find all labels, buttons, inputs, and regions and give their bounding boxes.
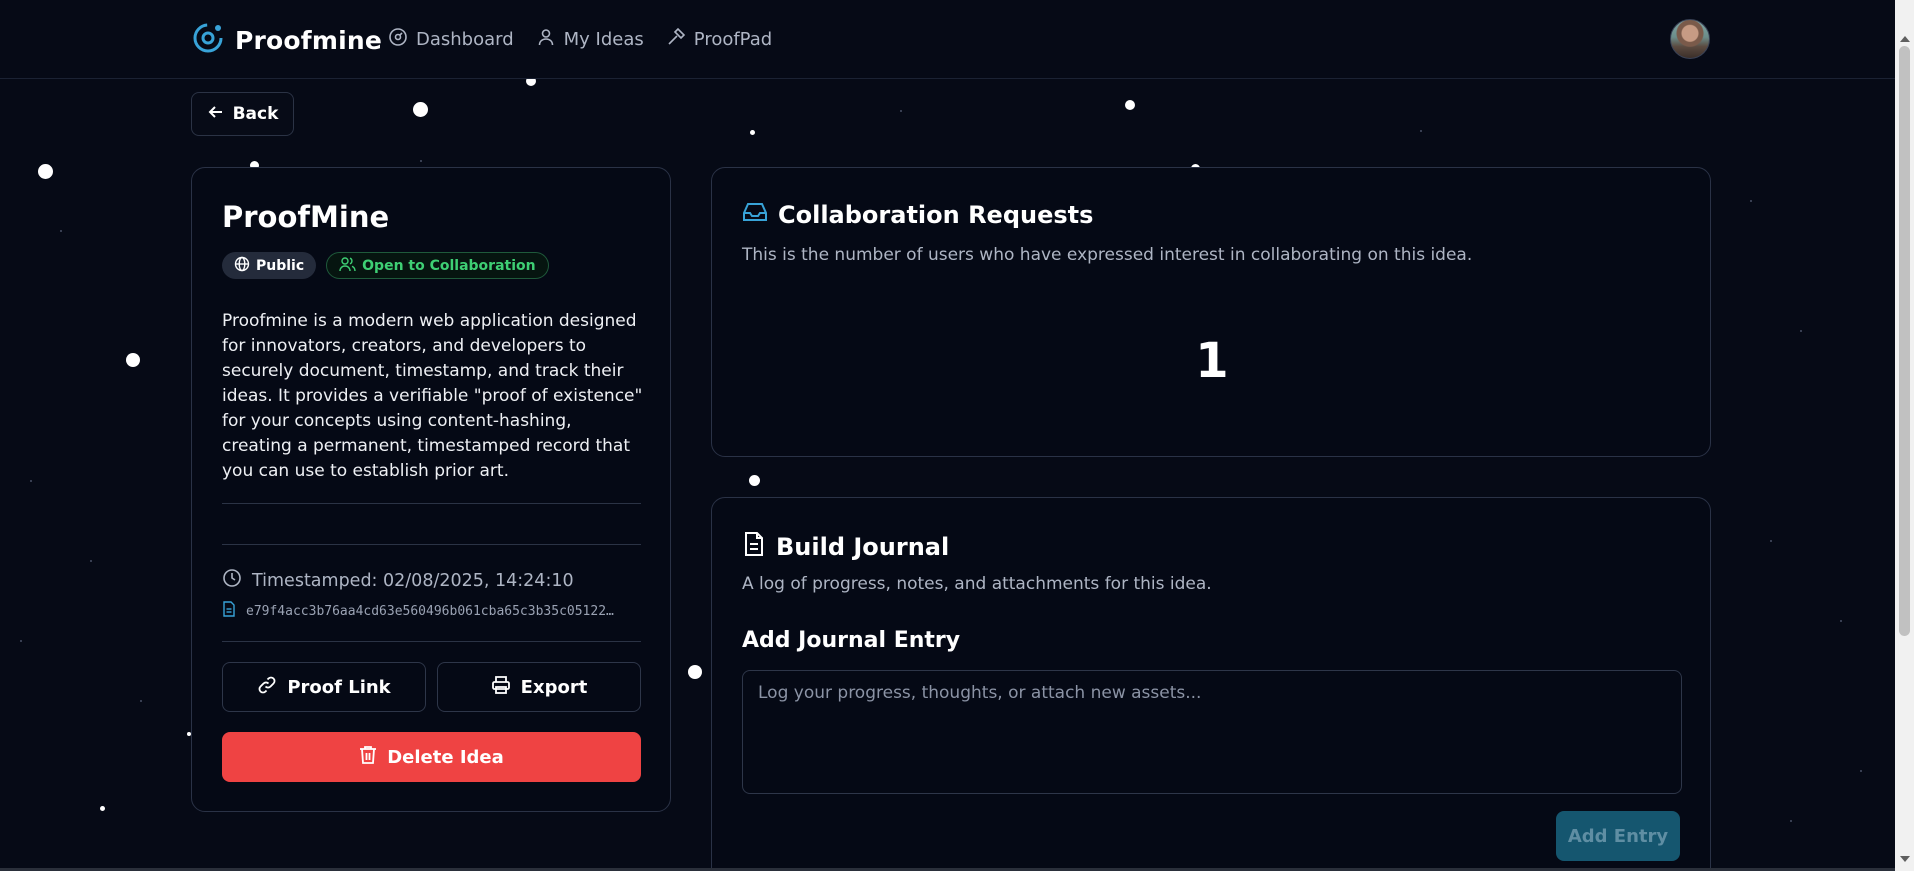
collaboration-subtitle: This is the number of users who have exp… (742, 245, 1473, 265)
nav-item-my-ideas[interactable]: My Ideas (536, 27, 644, 52)
nav-label: My Ideas (563, 29, 644, 50)
brand-logo-link[interactable]: Proofmine (191, 21, 382, 59)
nav-label: Dashboard (416, 29, 514, 50)
trash-icon (359, 745, 377, 770)
idea-actions: Proof Link Export (222, 662, 641, 712)
inbox-icon (742, 200, 768, 230)
idea-description: Proofmine is a modern web application de… (222, 311, 643, 481)
journal-entry-input[interactable] (742, 670, 1682, 794)
delete-idea-button[interactable]: Delete Idea (222, 732, 641, 782)
main-nav: Dashboard My Ideas ProofPad (388, 27, 772, 52)
back-label: Back (232, 104, 279, 124)
arrow-left-icon (207, 103, 225, 126)
scrollbar-thumb[interactable] (1899, 46, 1910, 636)
collaboration-title: Collaboration Requests (778, 201, 1094, 229)
proofmine-logo-icon (191, 21, 225, 59)
export-label: Export (520, 676, 588, 698)
idea-details-card: ProofMine Public Open to Collaboration P… (191, 167, 671, 812)
public-badge-label: Public (256, 257, 305, 274)
collaboration-badge: Open to Collaboration (326, 252, 549, 279)
journal-subtitle: A log of progress, notes, and attachment… (742, 574, 1212, 594)
globe-icon (234, 256, 250, 276)
build-journal-card: Build Journal A log of progress, notes, … (711, 497, 1711, 871)
content-hash: e79f4acc3b76aa4cd63e560496b061cba65c3b35… (222, 601, 642, 621)
link-icon (257, 675, 277, 700)
public-badge: Public (222, 252, 317, 279)
user-avatar[interactable] (1670, 19, 1710, 59)
journal-heading: Build Journal (742, 531, 949, 563)
gauge-icon (388, 27, 408, 52)
timestamp-text: Timestamped: 02/08/2025, 14:24:10 (252, 570, 574, 591)
nav-item-dashboard[interactable]: Dashboard (388, 27, 514, 52)
proof-link-button[interactable]: Proof Link (222, 662, 426, 712)
document-icon (742, 531, 766, 563)
proof-link-label: Proof Link (287, 676, 391, 698)
divider (222, 503, 641, 504)
hash-text: e79f4acc3b76aa4cd63e560496b061cba65c3b35… (246, 603, 614, 619)
hammer-icon (666, 27, 686, 52)
nav-label: ProofPad (693, 29, 773, 50)
users-icon (339, 256, 356, 276)
collaboration-badge-label: Open to Collaboration (362, 257, 536, 274)
clock-icon (222, 568, 242, 593)
idea-title: ProofMine (222, 200, 390, 234)
brand-name: Proofmine (235, 25, 383, 55)
add-entry-button[interactable]: Add Entry (1556, 811, 1680, 861)
file-hash-icon (222, 601, 236, 621)
collaboration-count: 1 (1195, 333, 1229, 389)
back-button[interactable]: Back (191, 92, 294, 136)
user-icon (536, 27, 556, 52)
printer-icon (491, 675, 511, 700)
divider (222, 641, 641, 642)
journal-title: Build Journal (776, 533, 950, 561)
divider (222, 544, 641, 545)
export-button[interactable]: Export (437, 662, 641, 712)
collaboration-heading: Collaboration Requests (742, 200, 1093, 230)
nav-item-proofpad[interactable]: ProofPad (666, 27, 772, 52)
top-nav-bar: Proofmine Dashboard My Ideas ProofPad (0, 0, 1895, 79)
add-journal-entry-heading: Add Journal Entry (742, 628, 961, 653)
scroll-down-arrow[interactable] (1900, 856, 1910, 862)
delete-label: Delete Idea (387, 746, 504, 768)
idea-badges: Public Open to Collaboration (222, 252, 549, 279)
idea-timestamp: Timestamped: 02/08/2025, 14:24:10 (222, 568, 574, 593)
vertical-scrollbar[interactable] (1895, 0, 1914, 871)
collaboration-requests-card: Collaboration Requests This is the numbe… (711, 167, 1711, 457)
scroll-up-arrow[interactable] (1900, 36, 1910, 42)
